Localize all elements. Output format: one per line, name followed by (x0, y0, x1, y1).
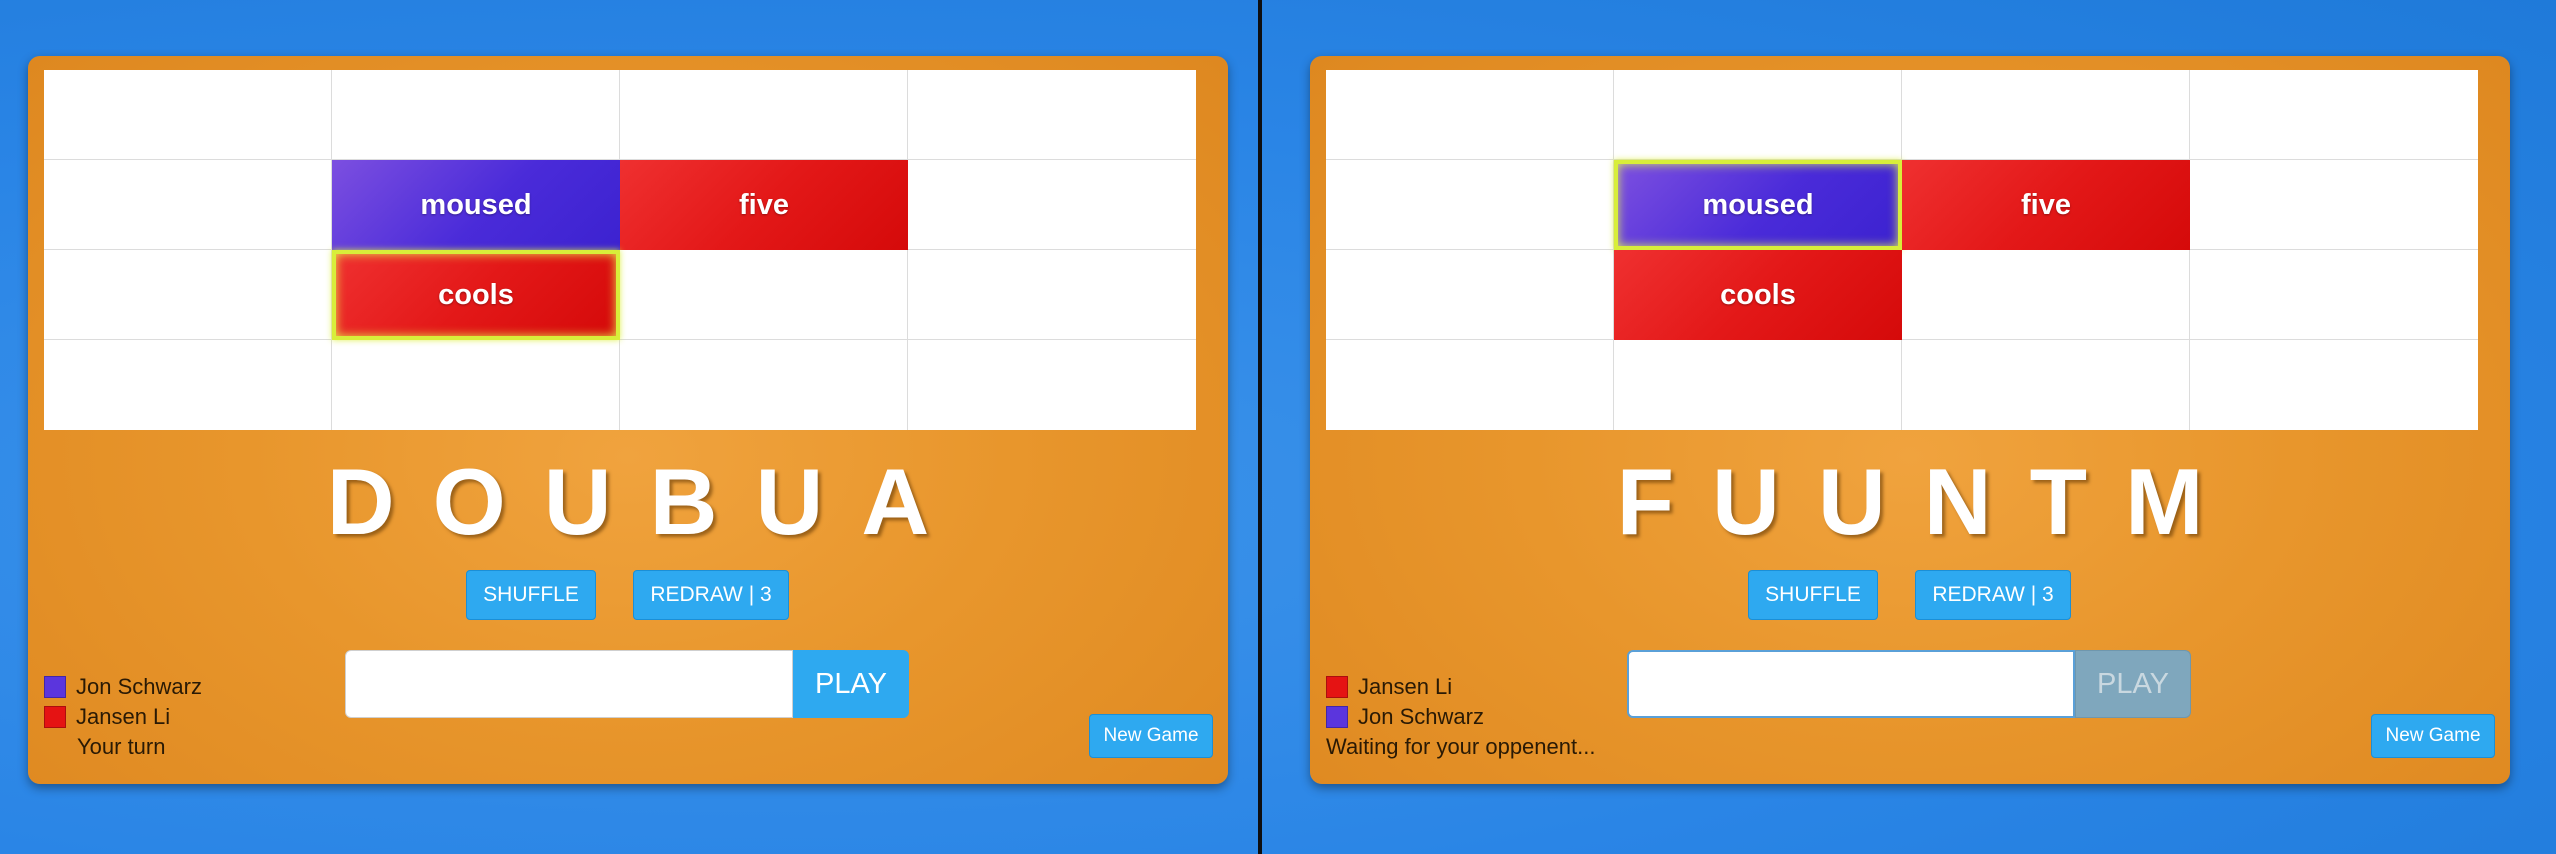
word-input[interactable] (1627, 650, 2075, 718)
board-grid (44, 70, 1196, 430)
board-cell[interactable] (908, 340, 1196, 430)
player-color-swatch (44, 676, 66, 698)
board-cell[interactable] (1326, 250, 1614, 340)
letter-rack: FUUNTM (1616, 449, 2242, 554)
player-list: Jansen Li Jon Schwarz Waiting for your o… (1326, 672, 1595, 762)
word-tile-cools-selected[interactable]: cools (332, 250, 620, 340)
board-cell[interactable] (1326, 160, 1614, 250)
game-panel-left: moused five cools DOUBUA SHUFFLE REDRAW … (28, 56, 1228, 784)
board-cell[interactable] (2190, 160, 2478, 250)
player-list: Jon Schwarz Jansen Li Your turn (44, 672, 202, 762)
player-entry: Jon Schwarz (1326, 702, 1595, 732)
board-cell[interactable] (44, 70, 332, 160)
board-cell[interactable] (1326, 70, 1614, 160)
player-entry: Jon Schwarz (44, 672, 202, 702)
word-tile-five[interactable]: five (620, 160, 908, 250)
player-color-swatch (1326, 676, 1348, 698)
redraw-button[interactable]: REDRAW | 3 (1915, 570, 2071, 620)
player-entry: Jansen Li (44, 702, 202, 732)
play-button[interactable]: PLAY (793, 650, 909, 718)
screen-divider (1258, 0, 1262, 854)
word-tile-cools[interactable]: cools (1614, 250, 1902, 340)
turn-status: Waiting for your oppenent... (1326, 734, 1596, 759)
board-cell[interactable] (2190, 70, 2478, 160)
board-cell[interactable] (1902, 250, 2190, 340)
board-cell[interactable] (44, 160, 332, 250)
shuffle-button[interactable]: SHUFFLE (466, 570, 596, 620)
new-game-button[interactable]: New Game (1089, 714, 1213, 758)
play-button-disabled[interactable]: PLAY (2075, 650, 2191, 718)
board-cell[interactable] (2190, 250, 2478, 340)
word-tile-five[interactable]: five (1902, 160, 2190, 250)
board-cell[interactable] (44, 340, 332, 430)
board-cell[interactable] (1614, 70, 1902, 160)
player-name: Jon Schwarz (76, 674, 202, 699)
player-color-swatch (44, 706, 66, 728)
turn-status: Your turn (77, 734, 166, 759)
word-tile-moused-selected[interactable]: moused (1614, 160, 1902, 250)
word-input[interactable] (345, 650, 793, 718)
board-cell[interactable] (908, 250, 1196, 340)
board-cell[interactable] (620, 250, 908, 340)
letter-rack: DOUBUA (326, 449, 968, 554)
board-cell[interactable] (332, 70, 620, 160)
redraw-button[interactable]: REDRAW | 3 (633, 570, 789, 620)
player-name: Jansen Li (76, 704, 171, 729)
board-cell[interactable] (908, 70, 1196, 160)
board-cell[interactable] (1902, 70, 2190, 160)
player-color-swatch (1326, 706, 1348, 728)
board-cell[interactable] (620, 340, 908, 430)
game-panel-right: moused five cools FUUNTM SHUFFLE REDRAW … (1310, 56, 2510, 784)
board-cell[interactable] (1614, 340, 1902, 430)
board-cell[interactable] (1902, 340, 2190, 430)
board-cell[interactable] (620, 70, 908, 160)
board-cell[interactable] (908, 160, 1196, 250)
player-name: Jansen Li (1358, 674, 1453, 699)
board-cell[interactable] (2190, 340, 2478, 430)
board-cell[interactable] (1326, 340, 1614, 430)
new-game-button[interactable]: New Game (2371, 714, 2495, 758)
board-grid (1326, 70, 2478, 430)
player-name: Jon Schwarz (1358, 704, 1484, 729)
shuffle-button[interactable]: SHUFFLE (1748, 570, 1878, 620)
board-cell[interactable] (332, 340, 620, 430)
player-entry: Jansen Li (1326, 672, 1595, 702)
word-tile-moused[interactable]: moused (332, 160, 620, 250)
board-cell[interactable] (44, 250, 332, 340)
